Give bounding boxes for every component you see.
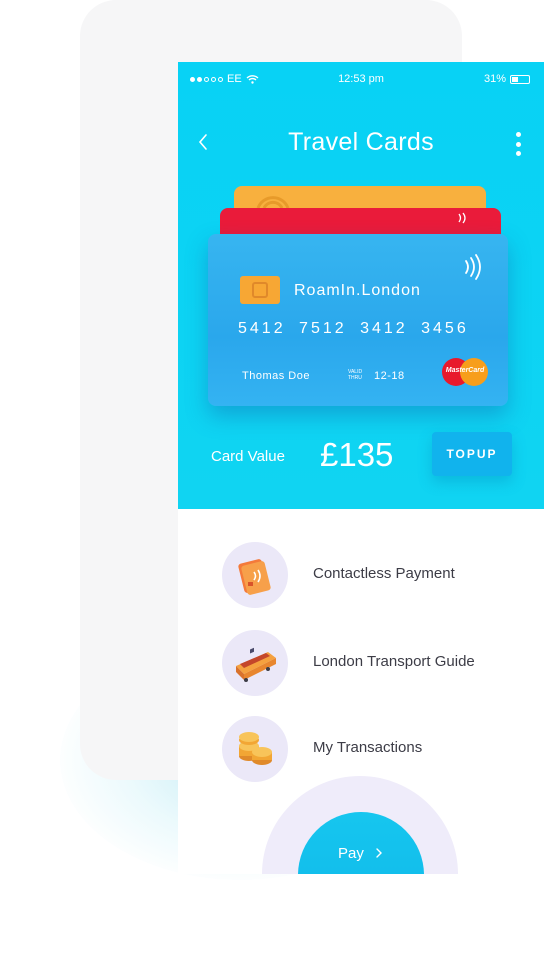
menu-item-my-transactions[interactable]: My Transactions — [222, 716, 522, 782]
coins-icon — [222, 716, 288, 782]
card-value-row: Card Value £135 TOPUP — [178, 428, 544, 488]
contactless-icon — [256, 196, 290, 209]
train-icon — [222, 630, 288, 696]
contactless-icon — [465, 254, 481, 280]
menu-item-london-transport-guide[interactable]: London Transport Guide — [222, 630, 522, 696]
topup-button[interactable]: TOPUP — [432, 432, 512, 476]
menu-item-contactless-payment[interactable]: Contactless Payment — [222, 542, 522, 608]
page-title: Travel Cards — [288, 128, 434, 156]
chevron-right-icon — [376, 848, 383, 858]
valid-thru-label: VALID THRU — [348, 369, 363, 381]
card-brand: RoamIn.London — [294, 282, 421, 299]
selected-travel-card[interactable]: RoamIn.London 5412 7512 3412 3456 Thomas… — [208, 234, 508, 406]
menu-item-label: My Transactions — [313, 739, 423, 756]
title-bar: Travel Cards — [178, 122, 544, 162]
phone-screen: EE 12:53 pm 31% Travel Cards RoamIn.Lond… — [178, 62, 544, 874]
status-right: 31% — [484, 73, 530, 85]
mastercard-logo-icon: MasterCard — [442, 358, 488, 386]
pay-label: Pay — [298, 845, 424, 862]
more-options-icon[interactable] — [514, 132, 522, 156]
card-network: MasterCard — [445, 367, 485, 374]
menu-item-label: Contactless Payment — [313, 565, 455, 582]
card-value-label: Card Value — [211, 448, 285, 465]
card-number: 5412 7512 3412 3456 — [238, 320, 469, 337]
card-value-amount: £135 — [320, 436, 394, 473]
contactless-card-icon — [222, 542, 288, 608]
battery-percent: 31% — [483, 73, 506, 85]
status-bar: EE 12:53 pm 31% — [178, 62, 544, 98]
contactless-icon — [458, 212, 466, 224]
card-holder: Thomas Doe — [242, 370, 310, 382]
card-expiry: 12-18 — [374, 370, 405, 382]
menu-item-label: London Transport Guide — [313, 653, 475, 670]
header-area: EE 12:53 pm 31% Travel Cards RoamIn.Lond… — [178, 62, 544, 509]
pay-button-text: Pay — [337, 845, 364, 862]
battery-icon — [510, 74, 530, 84]
card-chip-icon — [240, 276, 280, 304]
